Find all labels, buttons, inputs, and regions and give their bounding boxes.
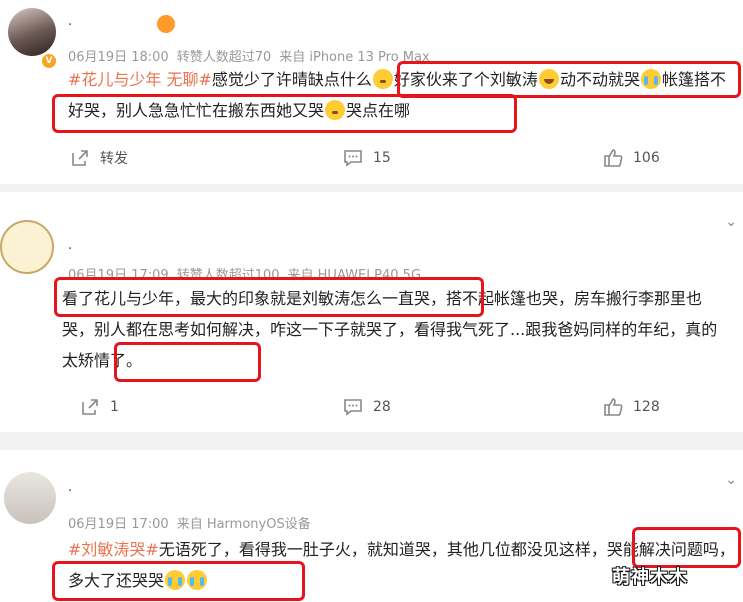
cry-emoji-icon <box>165 570 186 590</box>
username[interactable]: . <box>68 14 72 29</box>
post-text: #花儿与少年 无聊#感觉少了许晴缺点什么 好家伙来了个刘敏涛 动不动就哭 帐篷搭不好哭… <box>68 64 736 126</box>
repost-button[interactable]: 转发 <box>70 148 128 168</box>
cry-emoji-icon <box>640 69 661 89</box>
text-segment: 哭点在哪 <box>346 101 411 120</box>
think-emoji-icon <box>325 100 346 120</box>
cry-emoji-icon <box>187 570 208 590</box>
text-segment: 看了花儿与少年，最大的印象就是刘敏涛怎么一直哭，搭不起帐篷也哭，房车搬行李那里也… <box>62 289 718 370</box>
avatar[interactable] <box>8 8 56 56</box>
comment-button[interactable]: 28 <box>343 397 391 417</box>
like-count: 128 <box>633 399 660 415</box>
post-meta: 06月19日 17:09 转赞人数超过100 来自 HUAWEI P40 5G <box>68 268 422 283</box>
separator <box>0 432 743 450</box>
comment-count: 15 <box>373 150 391 166</box>
member-emoji-icon <box>157 15 175 33</box>
more-menu-icon[interactable]: ⌄ <box>725 472 737 488</box>
post-meta: 06月19日 18:00 转赞人数超过70 来自 iPhone 13 Pro Max <box>68 50 430 65</box>
comment-icon <box>344 399 362 416</box>
comment-icon <box>344 150 362 167</box>
comment-button[interactable]: 15 <box>343 148 391 168</box>
separator <box>0 184 743 192</box>
thumbs-up-icon <box>604 398 623 416</box>
username[interactable]: . <box>68 238 72 253</box>
think-emoji-icon <box>372 69 393 89</box>
share-icon <box>72 150 88 166</box>
text-segment: 动不动就哭 <box>559 70 640 89</box>
comment-count: 28 <box>373 399 391 415</box>
hashtag-link[interactable]: #花儿与少年 无聊# <box>68 70 212 89</box>
post-2: ⌄ . 06月19日 17:09 转赞人数超过100 来自 HUAWEI P40 5… <box>0 192 743 432</box>
laugh-emoji-icon <box>538 69 559 89</box>
watermark: 萌神木木 <box>612 567 688 588</box>
action-bar: 1 28 128 <box>0 397 743 421</box>
post-text: 看了花儿与少年，最大的印象就是刘敏涛怎么一直哭，搭不起帐篷也哭，房车搬行李那里也… <box>62 283 730 376</box>
repost-label: 转发 <box>100 151 128 167</box>
repost-button[interactable]: 1 <box>80 397 119 417</box>
text-segment: 好家伙来了个刘敏涛 <box>393 70 538 89</box>
verified-badge-icon: V <box>40 52 58 70</box>
avatar[interactable] <box>0 220 54 274</box>
post-meta: 06月19日 17:00 来自 HarmonyOS设备 <box>68 517 311 532</box>
repost-count: 1 <box>110 399 119 415</box>
avatar[interactable] <box>4 472 56 524</box>
like-count: 106 <box>633 150 660 166</box>
thumbs-up-icon <box>604 149 623 167</box>
action-bar: 转发 15 106 <box>0 148 743 172</box>
hashtag-link[interactable]: #刘敏涛哭# <box>68 540 159 559</box>
more-menu-icon[interactable]: ⌄ <box>725 214 737 230</box>
username[interactable]: . <box>68 480 72 495</box>
like-button[interactable]: 106 <box>603 148 660 168</box>
post-1: V . 06月19日 18:00 转赞人数超过70 来自 iPhone 13 Pro… <box>0 0 743 184</box>
like-button[interactable]: 128 <box>603 397 660 417</box>
share-icon <box>82 399 98 415</box>
text-segment: 感觉少了许晴缺点什么 <box>211 70 372 89</box>
